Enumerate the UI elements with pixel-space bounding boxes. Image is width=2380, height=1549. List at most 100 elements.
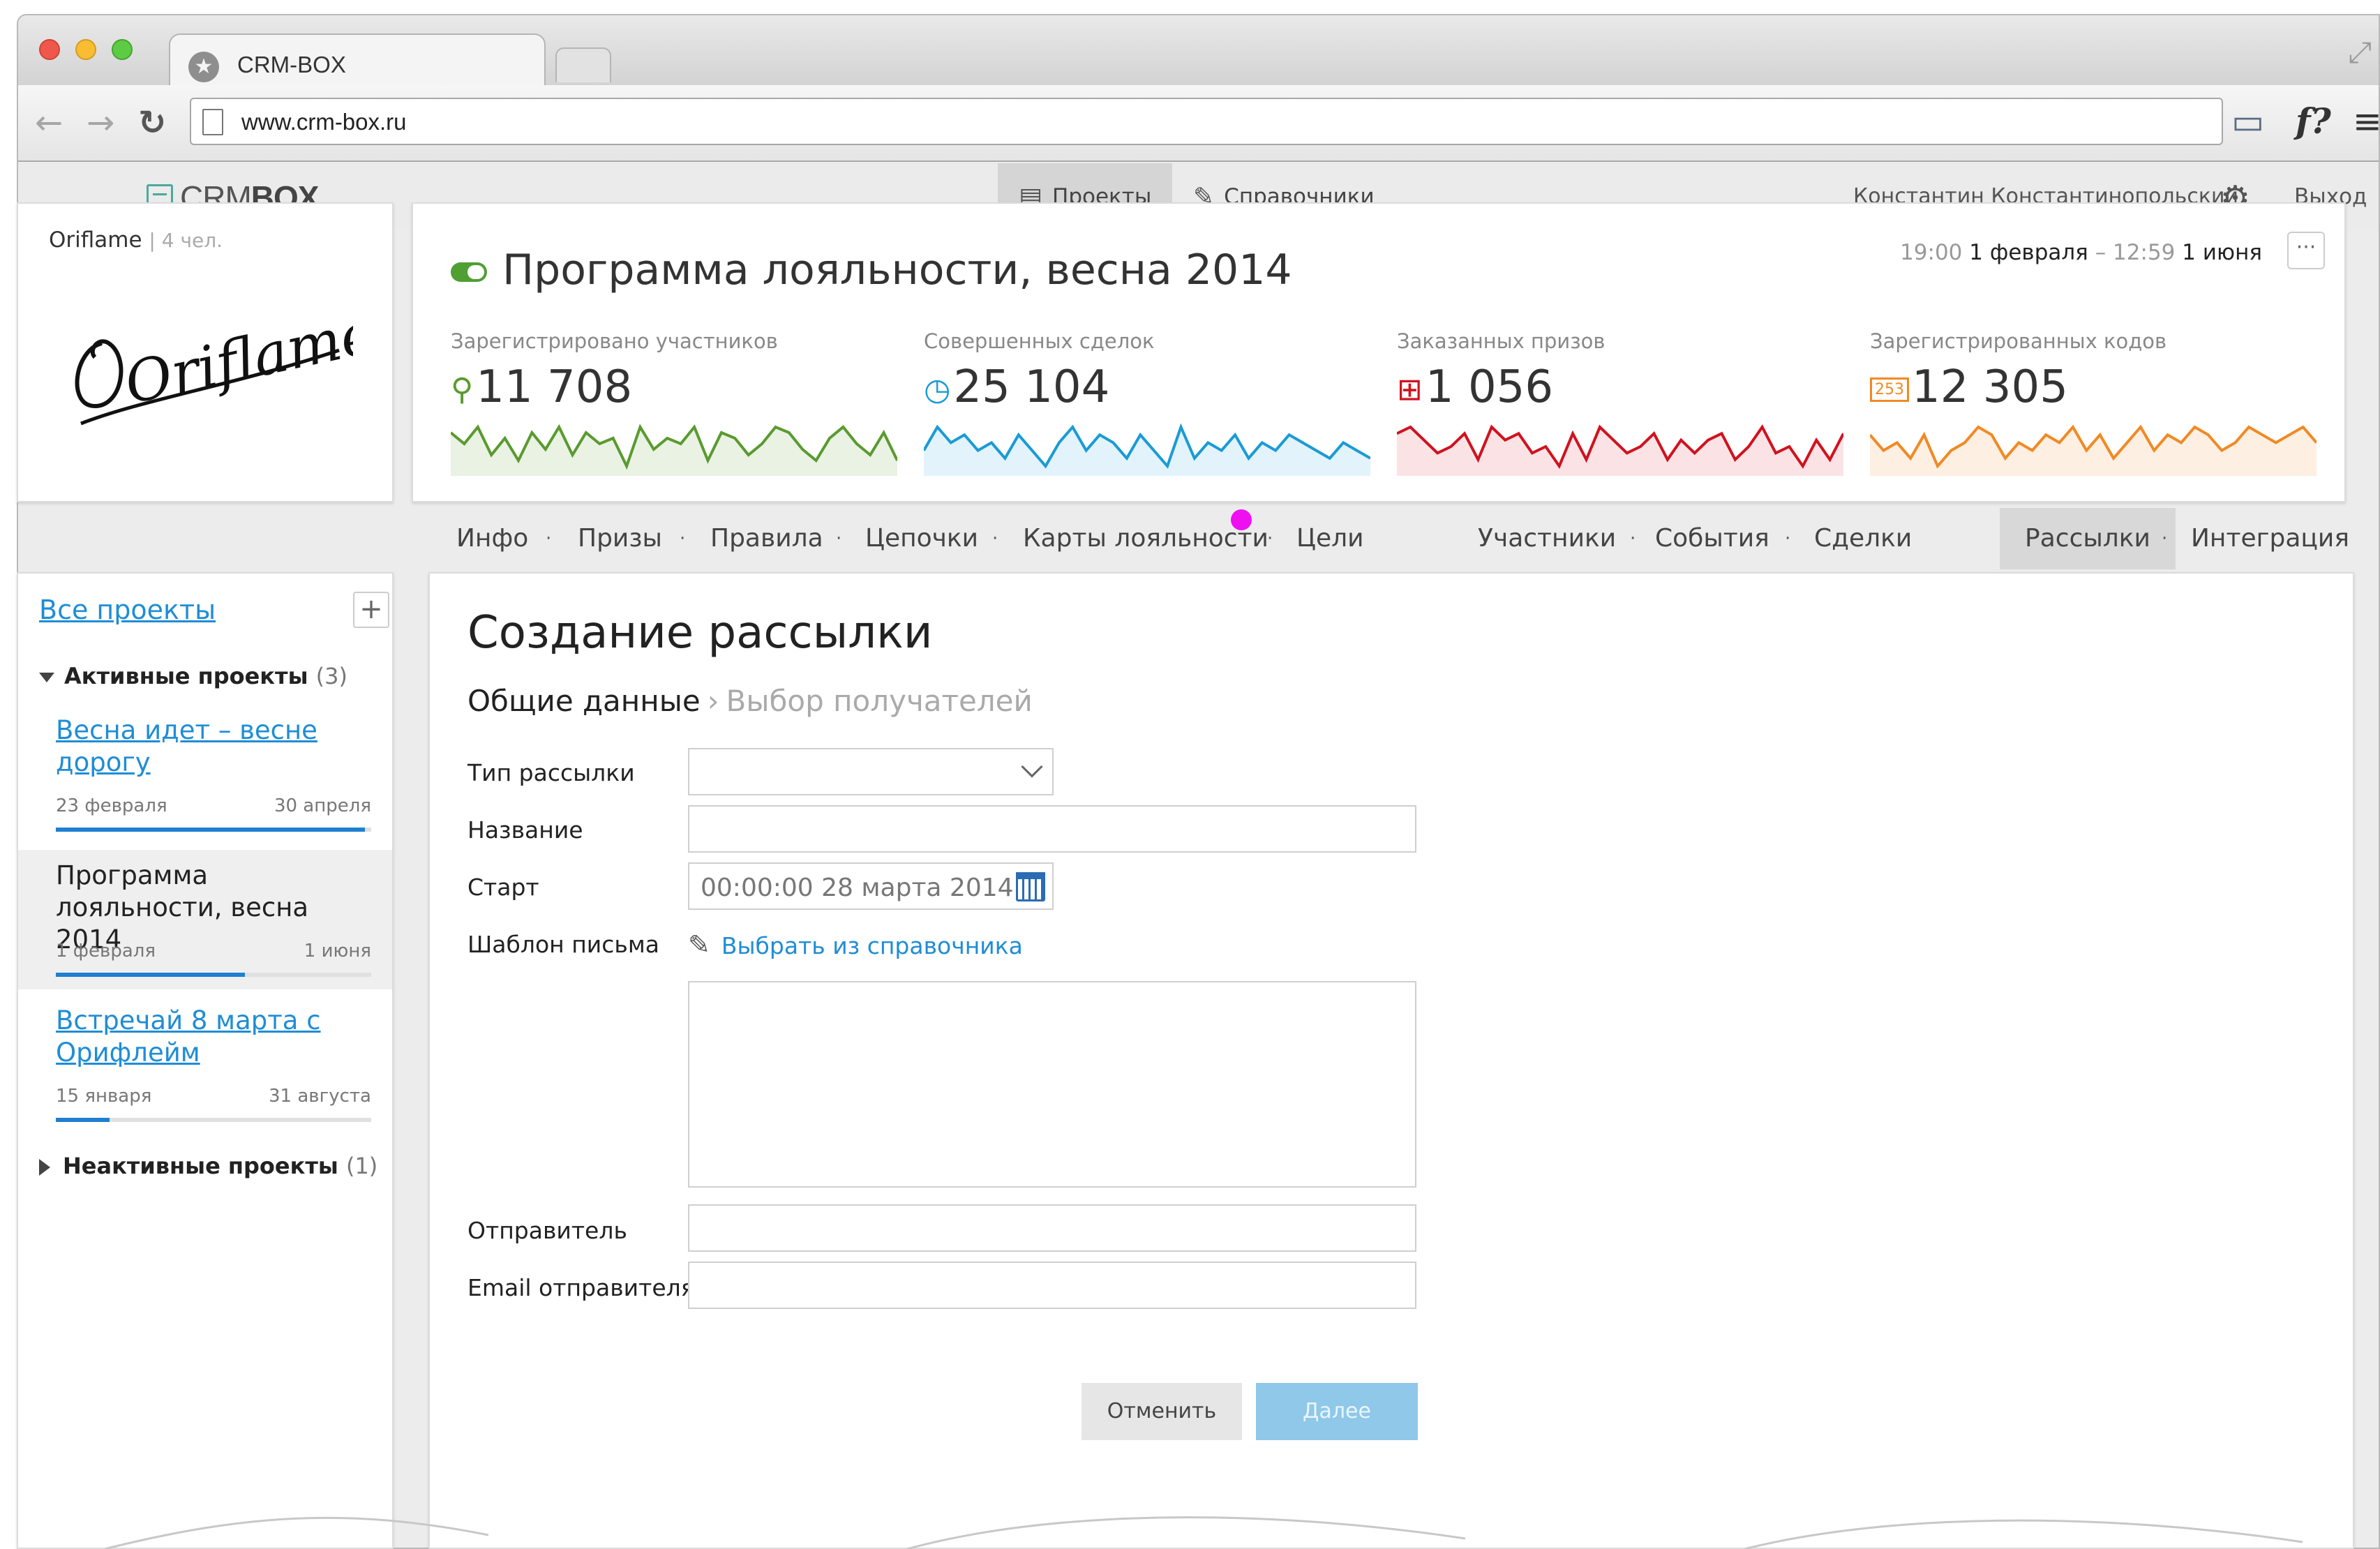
address-bar[interactable]: www.crm-box.ru xyxy=(190,98,2223,145)
more-options-button[interactable]: ··· xyxy=(2287,232,2325,269)
page-title: Создание рассылки xyxy=(467,607,933,659)
subnav-chains[interactable]: Цепочки xyxy=(865,508,978,569)
fullscreen-icon[interactable]: ⤢ xyxy=(2348,35,2372,70)
subnav-deals[interactable]: Сделки xyxy=(1814,508,1912,569)
subnav-separator: · xyxy=(836,528,842,549)
reload-icon[interactable]: ↻ xyxy=(138,106,166,140)
project-link[interactable]: Весна идет – весне дорогу xyxy=(56,714,349,779)
mailing-type-select[interactable] xyxy=(688,748,1054,795)
cursor-marker xyxy=(1231,509,1252,530)
project-progress-track xyxy=(56,973,371,977)
chevron-right-icon: › xyxy=(707,684,719,718)
subnav-separator: · xyxy=(680,528,686,549)
menu-icon[interactable]: ≡ xyxy=(2353,102,2379,141)
subnav-prizes[interactable]: Призы xyxy=(578,508,662,569)
next-button[interactable]: Далее xyxy=(1256,1383,1418,1440)
subnav-separator: · xyxy=(1630,528,1636,549)
chevron-down-icon xyxy=(1021,756,1043,778)
subnav-info[interactable]: Инфо xyxy=(456,508,528,569)
project-card: Oriflame | 4 чел. Oriflame xyxy=(17,202,394,502)
stat-label: Зарегистрировано участников xyxy=(451,329,778,353)
template-label: Шаблон письма xyxy=(467,931,659,958)
add-project-button[interactable]: + xyxy=(353,592,389,628)
cancel-button[interactable]: Отменить xyxy=(1082,1383,1242,1440)
subnav-events[interactable]: События xyxy=(1655,508,1769,569)
sparkline-deals xyxy=(924,423,1370,476)
stat-value: 25 104 xyxy=(953,361,1110,413)
sender-field[interactable] xyxy=(688,1204,1416,1252)
gift-icon: ⊞ xyxy=(1397,371,1423,407)
star-favicon-icon: ★ xyxy=(188,52,219,82)
stat-deals: Совершенных сделок ◷25 104 xyxy=(924,329,1370,476)
browser-tab[interactable]: ★ CRM-BOX xyxy=(169,33,546,87)
subnav-rules[interactable]: Правила xyxy=(710,508,823,569)
minimize-window-button[interactable] xyxy=(75,39,96,60)
user-icon: ⚲ xyxy=(451,371,474,407)
subnav-separator: · xyxy=(2162,528,2168,549)
function-help-icon[interactable]: f? xyxy=(2296,102,2331,141)
start-date: 1 февраля xyxy=(1969,240,2088,265)
subnav-goals[interactable]: Цели xyxy=(1296,508,1364,569)
stat-label: Зарегистрированных кодов xyxy=(1870,329,2167,353)
campaign-status-toggle[interactable] xyxy=(451,262,487,282)
project-start-date: 1 февраля xyxy=(56,941,156,961)
step-recipients[interactable]: Выбор получателей xyxy=(726,684,1033,718)
browser-toolbar: ← → ↻ www.crm-box.ru ▭ f? ≡ xyxy=(18,85,2379,162)
back-arrow-icon[interactable]: ← xyxy=(35,106,63,140)
project-end-date: 1 июня xyxy=(304,941,371,961)
sparkline-area xyxy=(924,427,1370,476)
sender-email-field[interactable] xyxy=(688,1262,1416,1309)
project-list-item-current[interactable]: Программа лояльности, весна 2014 1 февра… xyxy=(18,850,392,989)
name-label: Название xyxy=(467,816,583,844)
end-time: 12:59 xyxy=(2113,240,2176,265)
campaign-card: Программа лояльности, весна 2014 19:00 1… xyxy=(412,202,2346,502)
start-datetime-field[interactable]: 00:00:00 28 марта 2014 xyxy=(688,862,1054,910)
all-projects-link[interactable]: Все проекты xyxy=(39,594,216,625)
active-projects-toggle[interactable]: Активные проекты (3) xyxy=(39,663,347,689)
project-end-date: 31 августа xyxy=(268,1086,371,1107)
project-list-item[interactable]: Встречай 8 марта с Орифлейм 15 января 31… xyxy=(18,995,392,1135)
campaign-title: Программа лояльности, весна 2014 xyxy=(502,246,1292,294)
project-list-item[interactable]: Весна идет – весне дорогу 23 февраля 30 … xyxy=(18,705,392,844)
projects-sidebar: Все проекты + Активные проекты (3) Весна… xyxy=(17,572,394,1549)
page-icon xyxy=(202,109,223,135)
tab-title: CRM-BOX xyxy=(237,52,346,77)
template-body-textarea[interactable] xyxy=(688,981,1416,1188)
torn-edge-decoration xyxy=(104,1516,2303,1549)
stat-label: Совершенных сделок xyxy=(924,329,1155,353)
sparkline-participants xyxy=(451,424,897,476)
zoom-window-button[interactable] xyxy=(112,39,133,60)
inactive-group-label: Неактивные проекты xyxy=(63,1153,338,1179)
close-window-button[interactable] xyxy=(39,39,60,60)
active-group-label: Активные проекты xyxy=(64,663,308,689)
project-end-date: 30 апреля xyxy=(274,795,371,816)
screen-capture-icon[interactable]: ▭ xyxy=(2231,102,2264,141)
choose-template-label: Выбрать из справочника xyxy=(721,932,1023,959)
choose-template-link[interactable]: ✎ Выбрать из справочника xyxy=(688,929,1023,960)
stat-codes: Зарегистрированных кодов 253 12 305 xyxy=(1870,329,2317,476)
forward-arrow-icon[interactable]: → xyxy=(87,106,114,140)
stat-value: 1 056 xyxy=(1425,361,1554,413)
inactive-projects-toggle[interactable]: Неактивные проекты (1) xyxy=(39,1153,377,1179)
name-field[interactable] xyxy=(688,805,1416,853)
subnav-separator: · xyxy=(1267,528,1273,549)
date-dash: – xyxy=(2095,240,2106,265)
sender-email-label: Email отправителя xyxy=(467,1274,695,1301)
inactive-count: (1) xyxy=(345,1153,378,1179)
breadcrumb: Общие данные › Выбор получателей xyxy=(467,684,1033,718)
mailing-type-label: Тип рассылки xyxy=(467,759,635,786)
project-progress-fill xyxy=(56,1118,110,1122)
new-tab-button[interactable] xyxy=(555,47,611,82)
subnav-participants[interactable]: Участники xyxy=(1478,508,1616,569)
project-link[interactable]: Встречай 8 марта с Орифлейм xyxy=(56,1005,349,1069)
calendar-icon[interactable] xyxy=(1016,872,1045,901)
project-progress-fill xyxy=(56,828,365,832)
sparkline-prizes xyxy=(1397,424,1843,476)
project-subnav: Инфо · Призы · Правила · Цепочки · Карты… xyxy=(412,508,2349,569)
project-members: 4 чел. xyxy=(161,229,223,252)
subnav-mailings[interactable]: Рассылки xyxy=(2000,508,2176,569)
stat-value: 12 305 xyxy=(1912,361,2068,413)
stat-participants: Зарегистрировано участников ⚲11 708 xyxy=(451,329,897,476)
subnav-integration[interactable]: Интеграция xyxy=(2191,508,2349,569)
subnav-separator: · xyxy=(992,528,998,549)
